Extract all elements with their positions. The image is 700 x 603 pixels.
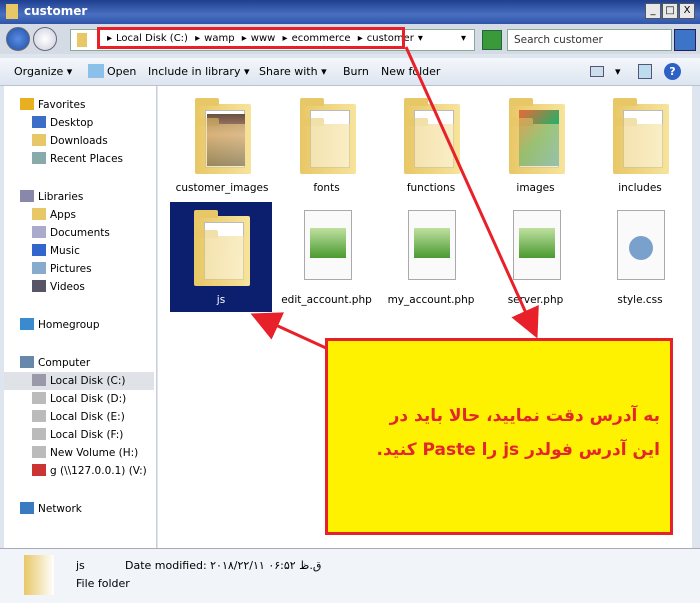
- annotation-callout: به آدرس دقت نمایید، حالا باید در این آدر…: [325, 338, 673, 535]
- callout-line-1: به آدرس دقت نمایید، حالا باید در: [389, 406, 660, 426]
- callout-line-2: این آدرس فولدر js را Paste کنید.: [376, 440, 660, 460]
- arrow-to-callout: [404, 46, 539, 339]
- arrow-to-js-folder: [250, 312, 327, 350]
